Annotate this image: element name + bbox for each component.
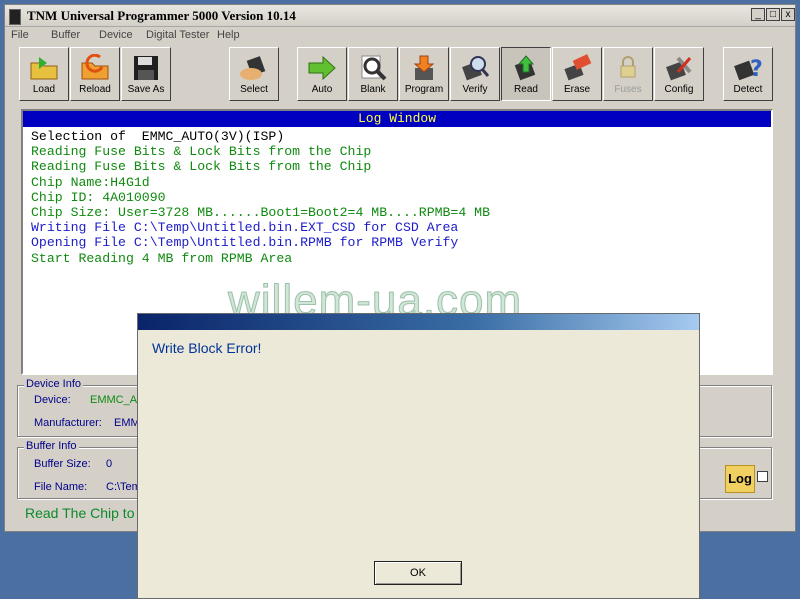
reload-label: Reload xyxy=(79,84,111,95)
question-chip-icon: ? xyxy=(734,57,763,82)
minimize-button[interactable]: _ xyxy=(751,8,765,21)
ok-button[interactable]: OK xyxy=(374,561,462,585)
window-title: TNM Universal Programmer 5000 Version 10… xyxy=(27,8,296,23)
program-label: Program xyxy=(404,84,444,95)
log-line: Opening File C:\Temp\Untitled.bin.RPMB f… xyxy=(31,235,459,251)
reload-button[interactable]: Reload xyxy=(70,47,120,101)
close-button[interactable]: x xyxy=(781,8,795,21)
menu-help[interactable]: Help xyxy=(217,29,240,41)
fuses-label: Fuses xyxy=(614,84,642,95)
config-label: Config xyxy=(664,84,694,95)
reload-icon xyxy=(81,54,109,80)
program-icon xyxy=(413,55,435,80)
config-button[interactable]: Config xyxy=(654,47,704,101)
file-name-value: C:\Tem xyxy=(106,481,141,493)
log-lines: Selection of EMMC_AUTO(3V)(ISP) Reading F… xyxy=(23,127,771,266)
log-line: Chip Name:H4G1d xyxy=(31,174,150,190)
log-line: Start Reading 4 MB from RPMB Area xyxy=(31,250,293,266)
dialog-title-bar[interactable] xyxy=(138,314,699,330)
buffer-size-label: Buffer Size: xyxy=(34,458,91,470)
read-label: Read xyxy=(514,84,538,95)
verify-icon xyxy=(462,56,490,81)
floppy-icon xyxy=(134,56,158,80)
dialog-message: Write Block Error! xyxy=(152,340,262,356)
erase-button[interactable]: Erase xyxy=(552,47,602,101)
save-as-button[interactable]: Save As xyxy=(121,47,171,101)
log-line: Chip ID: 4A010090 xyxy=(31,189,166,205)
load-button[interactable]: Load xyxy=(19,47,69,101)
save-as-label: Save As xyxy=(127,84,165,95)
error-dialog: Write Block Error! OK xyxy=(137,313,700,599)
buffer-size-value: 0 xyxy=(106,458,113,470)
menu-digital-tester[interactable]: Digital Tester xyxy=(146,29,209,41)
log-line: Chip Size: User=3728 MB......Boot1=Boot2… xyxy=(31,205,490,221)
svg-text:?: ? xyxy=(750,57,763,82)
log-line: Reading Fuse Bits & Lock Bits from the C… xyxy=(31,144,372,160)
program-button[interactable]: Program xyxy=(399,47,449,101)
log-line: Writing File C:\Temp\Untitled.bin.EXT_CS… xyxy=(31,220,459,236)
app-icon xyxy=(9,9,21,25)
folder-icon xyxy=(30,57,58,80)
arrow-right-icon xyxy=(308,55,336,81)
manufacturer-label: Manufacturer: xyxy=(34,417,102,429)
detect-button[interactable]: ? Detect xyxy=(723,47,773,101)
log-window-title: Log Window xyxy=(23,111,771,127)
blank-button[interactable]: Blank xyxy=(348,47,398,101)
read-chip-icon xyxy=(514,55,536,81)
device-info-title: Device Info xyxy=(24,378,84,390)
buffer-info-title: Buffer Info xyxy=(24,440,79,452)
menu-bar: File Buffer Device Digital Tester Help xyxy=(5,27,795,45)
fuses-button[interactable]: Fuses xyxy=(603,47,653,101)
magnifier-icon xyxy=(361,55,387,81)
title-bar[interactable]: TNM Universal Programmer 5000 Version 10… xyxy=(5,5,795,27)
auto-button[interactable]: Auto xyxy=(297,47,347,101)
log-checkbox[interactable] xyxy=(757,471,768,482)
lock-icon xyxy=(620,56,636,78)
select-button[interactable]: Select xyxy=(229,47,279,101)
select-label: Select xyxy=(240,84,268,95)
blank-label: Blank xyxy=(360,84,386,95)
verify-button[interactable]: Verify xyxy=(450,47,500,101)
device-label: Device: xyxy=(34,394,71,406)
menu-device[interactable]: Device xyxy=(99,29,133,41)
detect-label: Detect xyxy=(733,84,763,95)
file-name-label: File Name: xyxy=(34,481,88,493)
eraser-icon xyxy=(564,54,592,81)
log-line: Selection of EMMC_AUTO(3V)(ISP) xyxy=(31,129,285,144)
read-button[interactable]: Read xyxy=(501,47,551,101)
verify-label: Verify xyxy=(462,84,488,95)
chip-hand-icon xyxy=(240,56,266,80)
log-button[interactable]: Log xyxy=(725,465,755,493)
load-label: Load xyxy=(32,84,56,95)
status-text: Read The Chip to B xyxy=(25,505,148,521)
log-line: Reading Fuse Bits & Lock Bits from the C… xyxy=(31,159,372,175)
menu-file[interactable]: File xyxy=(11,29,29,41)
menu-buffer[interactable]: Buffer xyxy=(51,29,80,41)
auto-label: Auto xyxy=(311,84,333,95)
tools-icon xyxy=(666,56,692,81)
erase-label: Erase xyxy=(563,84,591,95)
maximize-button[interactable]: □ xyxy=(766,8,780,21)
